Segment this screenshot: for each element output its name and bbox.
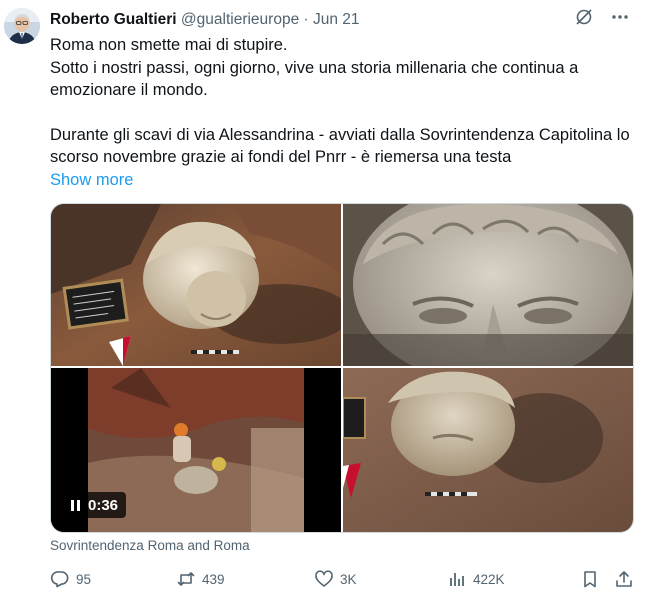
reply-icon — [50, 571, 69, 588]
author-name[interactable]: Roberto Gualtieri — [50, 11, 177, 28]
tweet-line: Durante gli scavi di via Alessandrina - … — [50, 125, 630, 167]
media-credit[interactable]: Sovrintendenza Roma and Roma — [50, 538, 250, 553]
reply-count: 95 — [76, 571, 92, 587]
action-bar: 95 439 3K 422K — [50, 568, 632, 590]
like-button[interactable]: 3K — [314, 568, 357, 590]
views-count: 422K — [473, 571, 505, 587]
media-photo-3[interactable] — [343, 368, 633, 532]
media-video[interactable]: 0:36 — [51, 368, 341, 532]
share-icon — [616, 571, 632, 587]
bookmark-button[interactable] — [580, 568, 600, 590]
bookmark-icon — [584, 571, 596, 588]
video-badge[interactable]: 0:36 — [63, 492, 127, 518]
avatar[interactable] — [4, 8, 40, 44]
like-count: 3K — [340, 571, 357, 587]
views-button[interactable]: 422K — [447, 568, 505, 590]
views-icon — [450, 573, 464, 586]
repost-button[interactable]: 439 — [176, 568, 225, 590]
more-icon[interactable] — [609, 6, 631, 28]
video-time: 0:36 — [88, 496, 119, 514]
tweet-text: Roma non smette mai di stupire. Sotto i … — [50, 34, 630, 191]
media-photo-2[interactable] — [343, 204, 633, 366]
grok-icon[interactable] — [573, 6, 595, 28]
repost-count: 439 — [202, 571, 225, 587]
share-button[interactable] — [614, 568, 634, 590]
pause-icon[interactable] — [71, 499, 80, 511]
reply-button[interactable]: 95 — [50, 568, 91, 590]
author-handle[interactable]: @gualtierieurope — [181, 11, 299, 28]
tweet-line: Roma non smette mai di stupire. — [50, 36, 288, 54]
media-photo-1[interactable] — [51, 204, 341, 366]
media-grid: 0:36 — [50, 203, 634, 533]
tweet-date[interactable]: Jun 21 — [313, 11, 360, 28]
tweet-line: Sotto i nostri passi, ogni giorno, vive … — [50, 58, 579, 100]
header-actions — [573, 6, 631, 28]
show-more-link[interactable]: Show more — [50, 169, 133, 192]
tweet-header: Roberto Gualtieri @gualtierieurope · Jun… — [50, 10, 629, 30]
separator-dot: · — [303, 11, 309, 28]
like-icon — [315, 570, 333, 587]
repost-icon — [177, 572, 195, 586]
